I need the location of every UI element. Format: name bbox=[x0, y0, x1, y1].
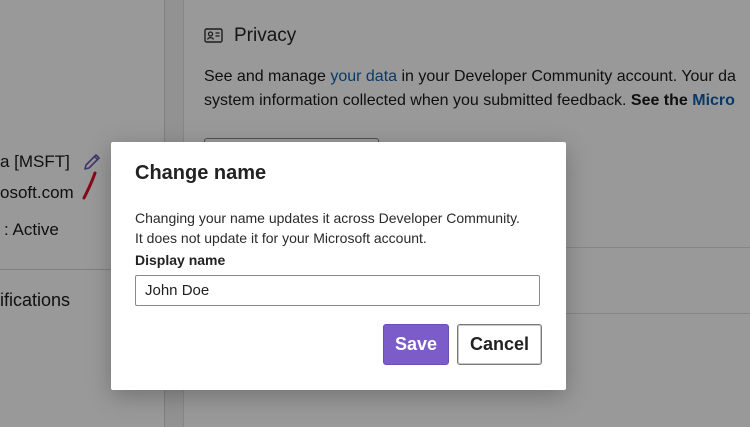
save-button[interactable]: Save bbox=[383, 324, 449, 365]
dialog-description-line: It does not update it for your Microsoft… bbox=[135, 230, 427, 246]
dialog-description: Changing your name updates it across Dev… bbox=[135, 208, 545, 248]
cancel-button[interactable]: Cancel bbox=[457, 324, 542, 365]
display-name-input[interactable] bbox=[135, 275, 540, 306]
change-name-dialog: Change name Changing your name updates i… bbox=[111, 142, 566, 390]
dialog-title: Change name bbox=[135, 162, 267, 184]
dialog-description-line: Changing your name updates it across Dev… bbox=[135, 210, 520, 226]
display-name-label: Display name bbox=[135, 252, 226, 268]
